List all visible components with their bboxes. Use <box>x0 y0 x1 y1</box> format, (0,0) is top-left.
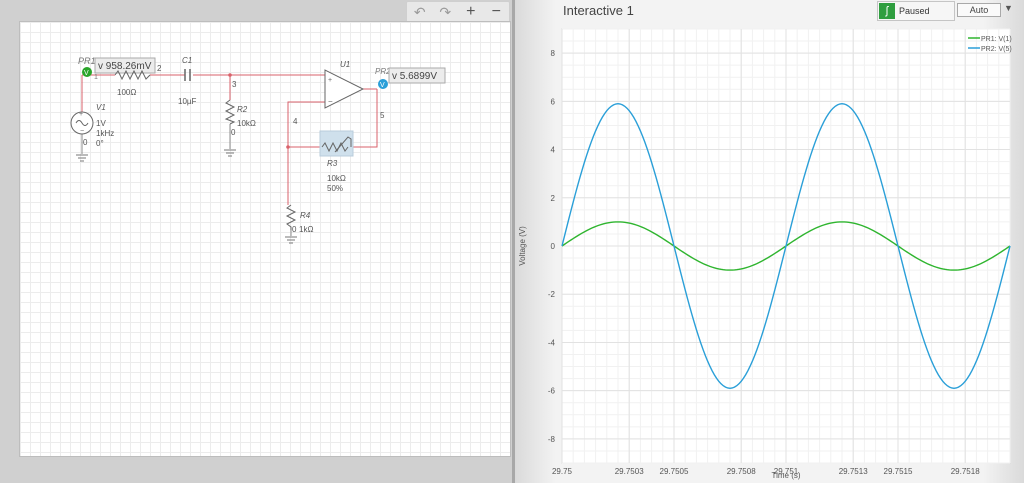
svg-text:+: + <box>79 111 83 118</box>
v1-amplitude: 1V <box>96 119 106 128</box>
r2-value: 10kΩ <box>237 119 256 128</box>
r1-value: 100Ω <box>117 88 136 97</box>
node-label: 0 <box>83 138 88 147</box>
u1-name: U1 <box>340 60 350 69</box>
v1-phase: 0° <box>96 139 104 148</box>
redo-icon[interactable]: ↷ <box>434 3 456 21</box>
x-tick-label: 29.7503 <box>615 467 644 476</box>
pause-toggle[interactable]: ʃ Paused <box>877 1 955 21</box>
c1-name: C1 <box>182 56 192 65</box>
legend-label: PR1: V(1) <box>981 36 1012 43</box>
x-tick-label: 29.75 <box>552 467 573 476</box>
probe-pr1[interactable]: V PR1 1 v 958.26mV <box>78 56 156 81</box>
schematic-pane: ↶ ↷ + − V PR1 1 v 958.26mV 100Ω 2 C1 10µ… <box>0 0 512 483</box>
zoom-in-button[interactable]: + <box>460 3 482 21</box>
y-tick-label: -8 <box>548 435 556 444</box>
waveform-icon: ʃ <box>879 3 895 19</box>
opamp-u1[interactable]: + − U1 <box>324 60 365 109</box>
node-label: 2 <box>157 64 162 73</box>
graph-title: Interactive 1 <box>563 3 634 18</box>
zoom-out-button[interactable]: − <box>485 3 507 21</box>
svg-text:−: − <box>328 97 333 106</box>
y-tick-label: -4 <box>548 338 556 347</box>
node-label: 4 <box>293 117 298 126</box>
y-axis-label: Voltage (V) <box>518 226 527 266</box>
y-tick-label: -2 <box>548 290 556 299</box>
y-tick-label: 4 <box>551 146 556 155</box>
node-label: 5 <box>380 111 385 120</box>
svg-text:+: + <box>328 77 332 84</box>
node-label: 1 <box>94 74 98 81</box>
ground-icon <box>76 154 88 162</box>
y-tick-label: 8 <box>551 49 556 58</box>
x-axis-label: Time (s) <box>771 471 800 480</box>
r3-name: R3 <box>327 159 338 168</box>
r3-value: 10kΩ <box>327 174 346 183</box>
schematic-toolbar: ↶ ↷ + − <box>406 1 510 23</box>
y-tick-label: -6 <box>548 387 556 396</box>
probe-badge: V <box>84 70 89 77</box>
node-label: 0 <box>292 225 297 234</box>
y-tick-label: 6 <box>551 97 556 106</box>
potentiometer-r3[interactable]: R3 10kΩ 50% <box>286 130 354 193</box>
resistor-r4[interactable]: R4 1kΩ 0 <box>285 204 313 234</box>
x-tick-label: 29.7505 <box>660 467 689 476</box>
node-label: 3 <box>232 80 237 89</box>
voltage-source-v1[interactable]: + − V1 1V 1kHz 0° 0 <box>70 103 114 148</box>
grapher-pane: Interactive 1 ʃ Paused Auto ▼ 8 6 4 2 0 -2 -4 -… <box>515 0 1024 483</box>
svg-text:−: − <box>80 128 84 135</box>
chevron-down-icon[interactable]: ▼ <box>1004 3 1013 13</box>
ground-icon <box>224 149 236 157</box>
pause-status: Paused <box>899 6 930 16</box>
resistor-r1[interactable]: 100Ω <box>114 69 151 97</box>
r4-value: 1kΩ <box>299 225 313 234</box>
y-tick-label: 0 <box>551 242 556 251</box>
v1-name: V1 <box>96 103 106 112</box>
node-label: 0 <box>231 128 236 137</box>
probe-pr2[interactable]: V PR2 v 5.6899V <box>375 67 446 89</box>
x-tick-label: 29.7515 <box>884 467 913 476</box>
c1-value: 10µF <box>178 97 197 106</box>
x-tick-label: 29.7513 <box>839 467 868 476</box>
legend-label: PR2: V(5) <box>981 46 1012 53</box>
r4-name: R4 <box>300 211 311 220</box>
schematic-canvas[interactable]: V PR1 1 v 958.26mV 100Ω 2 C1 10µF 3 R2 1… <box>19 21 511 457</box>
probe-pr1-reading: v 958.26mV <box>98 61 152 72</box>
r2-name: R2 <box>237 105 248 114</box>
capacitor-c1[interactable]: C1 10µF <box>178 56 197 106</box>
probe-pr2-reading: v 5.6899V <box>392 71 437 82</box>
x-tick-label: 29.7518 <box>951 467 980 476</box>
plot-area[interactable]: 8 6 4 2 0 -2 -4 -6 -8 29.75 29.7503 29.7505 29.7508 2… <box>515 20 1024 483</box>
r3-setting: 50% <box>327 184 343 193</box>
probe-badge: V <box>380 82 385 89</box>
undo-icon[interactable]: ↶ <box>409 3 431 21</box>
ground-icon <box>285 236 297 244</box>
y-tick-label: 2 <box>551 194 556 203</box>
v1-frequency: 1kHz <box>96 129 114 138</box>
resistor-r2[interactable]: R2 10kΩ 0 <box>224 99 256 137</box>
probe-pr1-name: PR1 <box>78 56 96 66</box>
scale-mode-select[interactable]: Auto <box>957 3 1001 17</box>
x-tick-label: 29.7508 <box>727 467 756 476</box>
